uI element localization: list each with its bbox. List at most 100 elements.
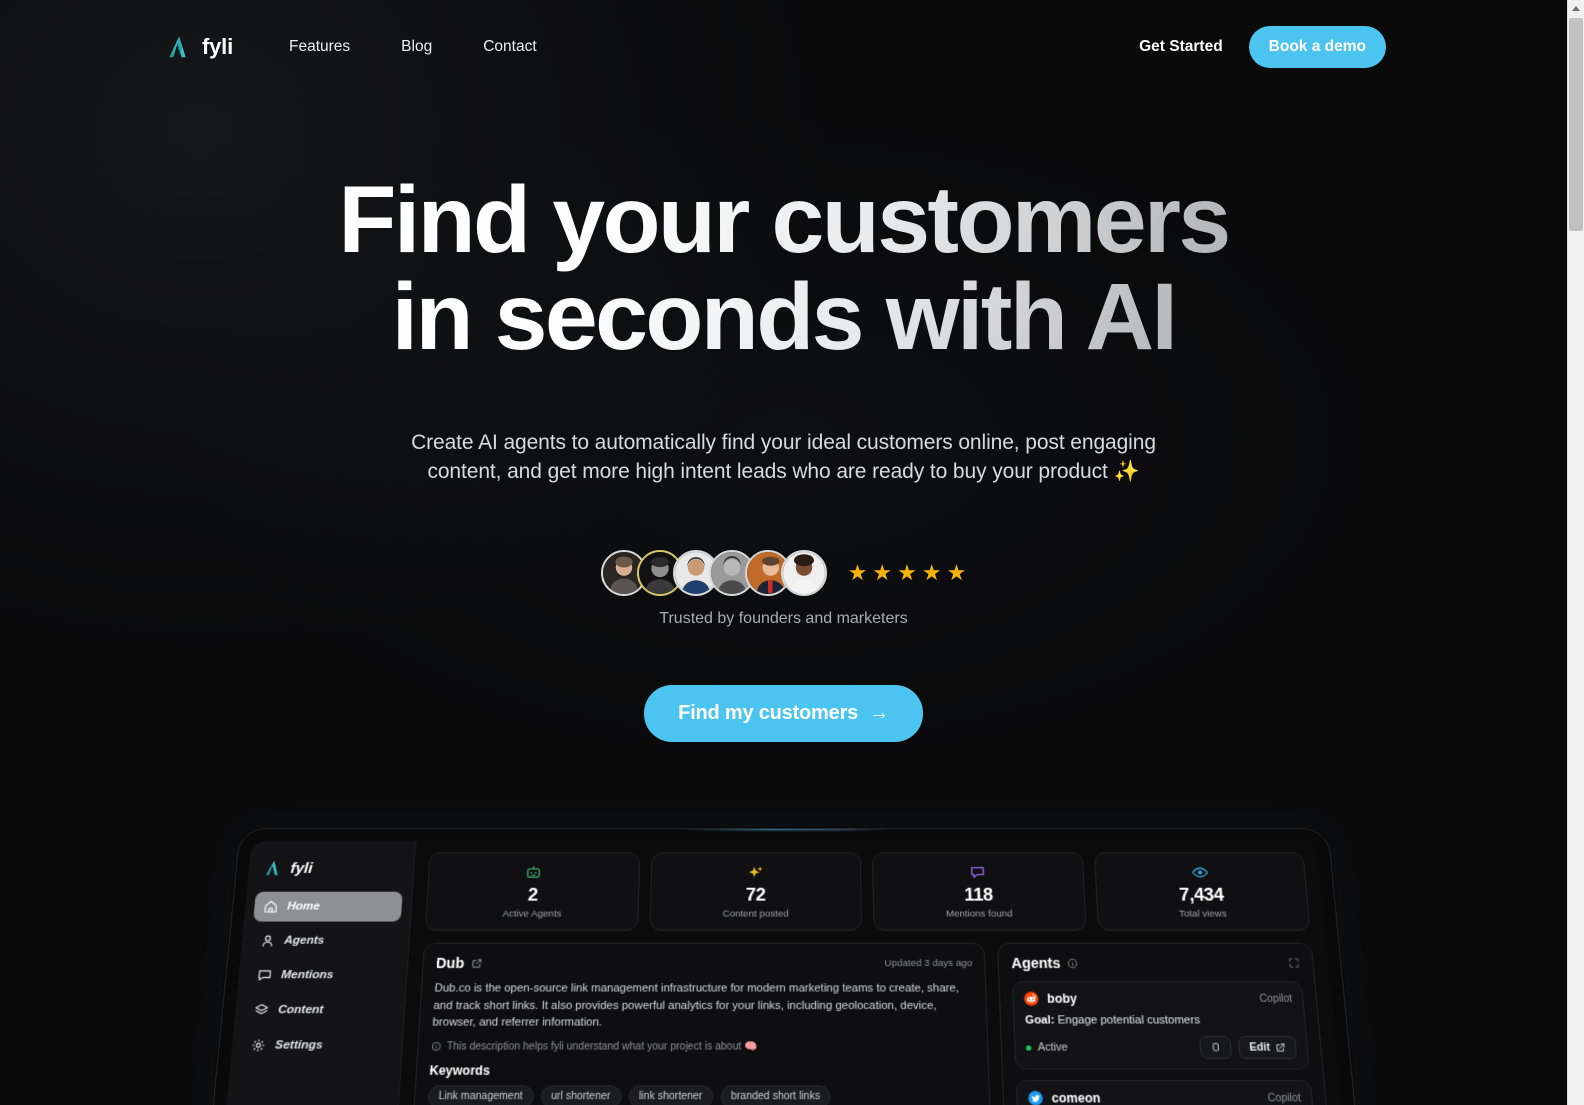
star-icon: ★ <box>897 560 917 585</box>
dashboard-main: 2 Active Agents 72 Content posted 118 Me… <box>366 841 1388 1105</box>
project-description-hint: This description helps fyli understand w… <box>430 1040 975 1053</box>
scrollbar-thumb[interactable] <box>1569 18 1583 231</box>
twitter-icon <box>1027 1090 1044 1105</box>
sidebar-item-label: Mentions <box>280 969 334 982</box>
expand-icon[interactable] <box>1287 957 1300 969</box>
hero-subheadline: Create AI agents to automatically find y… <box>411 431 1156 483</box>
layers-icon <box>253 1003 269 1017</box>
external-link-icon[interactable] <box>471 957 483 968</box>
agent-card[interactable]: comeon Copilot <box>1015 1080 1314 1105</box>
nav-link-features[interactable]: Features <box>289 38 350 56</box>
agent-name: boby <box>1046 991 1077 1006</box>
keywords-title: Keywords <box>428 1062 490 1078</box>
sidebar-item-label: Content <box>277 1003 324 1017</box>
robot-icon <box>434 862 631 882</box>
stat-value: 118 <box>963 884 993 905</box>
sparkles-icon <box>657 862 854 882</box>
sidebar-item-agents[interactable]: Agents <box>249 926 400 956</box>
dashboard-brand-name: fyli <box>289 859 313 877</box>
dashboard-screen: fyli Home Agents Mentions Content Settin… <box>179 840 1388 1105</box>
info-icon <box>430 1041 441 1051</box>
eye-icon <box>1100 862 1298 882</box>
stat-card-active-agents: 2 Active Agents <box>424 852 640 931</box>
brand-logo[interactable]: fyli <box>166 33 233 61</box>
browser-scrollbar[interactable] <box>1567 0 1584 1105</box>
arrow-right-icon: → <box>869 702 889 724</box>
agent-role: Copilot <box>1258 993 1292 1005</box>
project-card-header: Dub Updated 3 days ago <box>435 955 972 971</box>
scroll-up-arrow-icon[interactable] <box>1568 0 1584 17</box>
fyli-chevron-logo-icon <box>169 35 186 57</box>
project-updated-timestamp: Updated 3 days ago <box>883 957 972 969</box>
agents-panel-header: Agents <box>1011 955 1301 971</box>
stat-value: 2 <box>526 884 538 905</box>
gear-icon <box>250 1038 266 1053</box>
nav-link-blog[interactable]: Blog <box>401 38 432 56</box>
hero-section: Find your customers in seconds with AI C… <box>0 0 1567 742</box>
avatar <box>780 550 827 596</box>
star-icon: ★ <box>872 560 893 585</box>
sidebar-item-home[interactable]: Home <box>252 891 403 922</box>
avatar-group <box>600 550 827 596</box>
edit-button-label: Edit <box>1248 1041 1271 1054</box>
agent-goal: Goal: Engage potential customers <box>1024 1014 1293 1026</box>
find-my-customers-button[interactable]: Find my customers → <box>644 685 923 742</box>
copy-agent-button[interactable] <box>1198 1036 1232 1060</box>
cta-container: Find my customers → <box>0 685 1567 742</box>
keyword-chip[interactable]: branded short links <box>719 1084 831 1105</box>
chat-bubble-icon <box>879 862 1076 882</box>
stat-value: 7,434 <box>1178 884 1224 905</box>
dashboard-sidebar: fyli Home Agents Mentions Content Settin… <box>179 840 416 1105</box>
home-icon <box>263 900 279 914</box>
star-icon: ★ <box>946 560 967 585</box>
dashboard-brand[interactable]: fyli <box>255 852 404 891</box>
edit-agent-button[interactable]: Edit <box>1237 1036 1297 1060</box>
agent-card-header: boby Copilot <box>1023 991 1293 1006</box>
trusted-caption: Trusted by founders and marketers <box>659 610 908 627</box>
dashboard-preview: fyli Home Agents Mentions Content Settin… <box>0 800 1567 1105</box>
reddit-icon <box>1023 991 1039 1006</box>
get-started-link[interactable]: Get Started <box>1139 38 1223 56</box>
copy-icon <box>1210 1042 1221 1052</box>
project-hint-text: This description helps fyli understand w… <box>445 1040 757 1053</box>
stat-label: Total views <box>1178 908 1227 920</box>
keywords-row: Link management url shortener link short… <box>426 1084 977 1105</box>
brand-name: fyli <box>202 33 233 59</box>
fyli-chevron-logo-icon <box>265 860 279 876</box>
page-title: Find your customers in seconds with AI <box>0 172 1567 366</box>
status-dot <box>1025 1044 1032 1051</box>
star-rating: ★ ★ ★ ★ ★ <box>848 562 967 584</box>
agent-card-footer: Active Edit <box>1025 1036 1297 1060</box>
stat-card-total-views: 7,434 Total views <box>1092 852 1311 931</box>
agent-card[interactable]: boby Copilot Goal: Engage potential cust… <box>1011 981 1310 1070</box>
agent-goal-label: Goal: <box>1024 1014 1055 1027</box>
status-badge: Active <box>1037 1041 1068 1054</box>
stat-label: Mentions found <box>945 908 1013 920</box>
stat-card-mentions-found: 118 Mentions found <box>871 852 1086 931</box>
star-icon: ★ <box>921 560 942 585</box>
star-icon: ★ <box>847 560 868 585</box>
keyword-chip[interactable]: link shortener <box>627 1084 713 1105</box>
sidebar-item-label: Agents <box>283 934 325 947</box>
sidebar-item-settings[interactable]: Settings <box>240 1030 393 1061</box>
chat-bubble-icon <box>256 968 272 982</box>
keyword-chip[interactable]: Link management <box>426 1084 534 1105</box>
book-a-demo-button[interactable]: Book a demo <box>1248 25 1386 68</box>
dashboard-columns: Dub Updated 3 days ago Dub.co is the ope… <box>411 942 1329 1105</box>
social-proof: ★ ★ ★ ★ ★ <box>0 550 1567 596</box>
stats-row: 2 Active Agents 72 Content posted 118 Me… <box>424 852 1311 931</box>
project-title: Dub <box>435 954 465 972</box>
nav-links: Features Blog Contact <box>289 38 537 56</box>
agents-panel-title: Agents <box>1010 954 1061 972</box>
keyword-chip[interactable]: url shortener <box>539 1084 621 1105</box>
agent-goal-text: Engage potential customers <box>1053 1014 1200 1027</box>
sidebar-item-content[interactable]: Content <box>243 995 395 1026</box>
nav-link-contact[interactable]: Contact <box>483 38 536 56</box>
stat-value: 72 <box>745 884 766 905</box>
info-icon[interactable] <box>1066 957 1078 968</box>
nav-actions: Get Started Book a demo <box>1139 25 1386 68</box>
agents-panel: Agents boby Copilot Goal: Engage potenti… <box>996 942 1329 1105</box>
top-navigation-bar: fyli Features Blog Contact Get Started B… <box>0 0 1567 93</box>
agent-role: Copilot <box>1266 1092 1301 1105</box>
sidebar-item-mentions[interactable]: Mentions <box>246 960 397 991</box>
